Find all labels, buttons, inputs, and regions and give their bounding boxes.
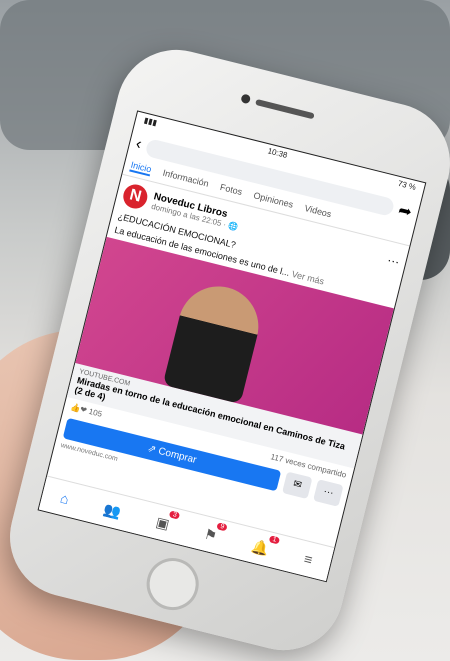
people-icon[interactable]: 👥 [102,500,123,521]
tab-inicio[interactable]: Inicio [129,159,153,177]
background-photo: ▮▮▮ 10:38 73 % ‹ ➦ Inicio Información Fo… [0,0,450,661]
earpiece-speaker [255,98,315,120]
more-button[interactable]: ··· [313,479,344,507]
bell-badge: 1 [269,534,281,545]
status-time: 10:38 [266,146,289,160]
store-icon[interactable]: ▣ 3 [154,509,181,533]
page-logo[interactable]: N [120,181,150,212]
menu-icon[interactable]: ≡ [302,550,314,568]
home-icon[interactable]: ⌂ [59,490,71,508]
messenger-button[interactable]: ✉ [281,471,313,500]
globe-icon: 🌐 [227,221,240,233]
speaker-woman [162,277,267,405]
flag-icon[interactable]: ⚑ 9 [203,521,229,545]
store-badge: 3 [169,509,181,520]
back-icon[interactable]: ‹ [134,135,143,154]
tab-fotos[interactable]: Fotos [219,182,243,199]
reaction-number: 105 [87,406,103,419]
more-options-icon[interactable]: ··· [386,253,401,269]
buy-label: Comprar [157,445,198,466]
battery-level: 73 % [397,178,417,192]
like-love-icon: 👍❤ [69,402,88,416]
external-link-icon: ⇗ [146,442,158,456]
tab-videos[interactable]: Videos [303,203,332,221]
bell-icon[interactable]: 🔔 1 [250,534,281,558]
flag-badge: 9 [216,521,229,531]
front-camera [240,93,252,105]
home-button[interactable] [141,552,205,616]
phone-screen: ▮▮▮ 10:38 73 % ‹ ➦ Inicio Información Fo… [37,110,427,583]
signal-icon: ▮▮▮ [143,115,159,128]
share-icon[interactable]: ➦ [396,200,414,223]
